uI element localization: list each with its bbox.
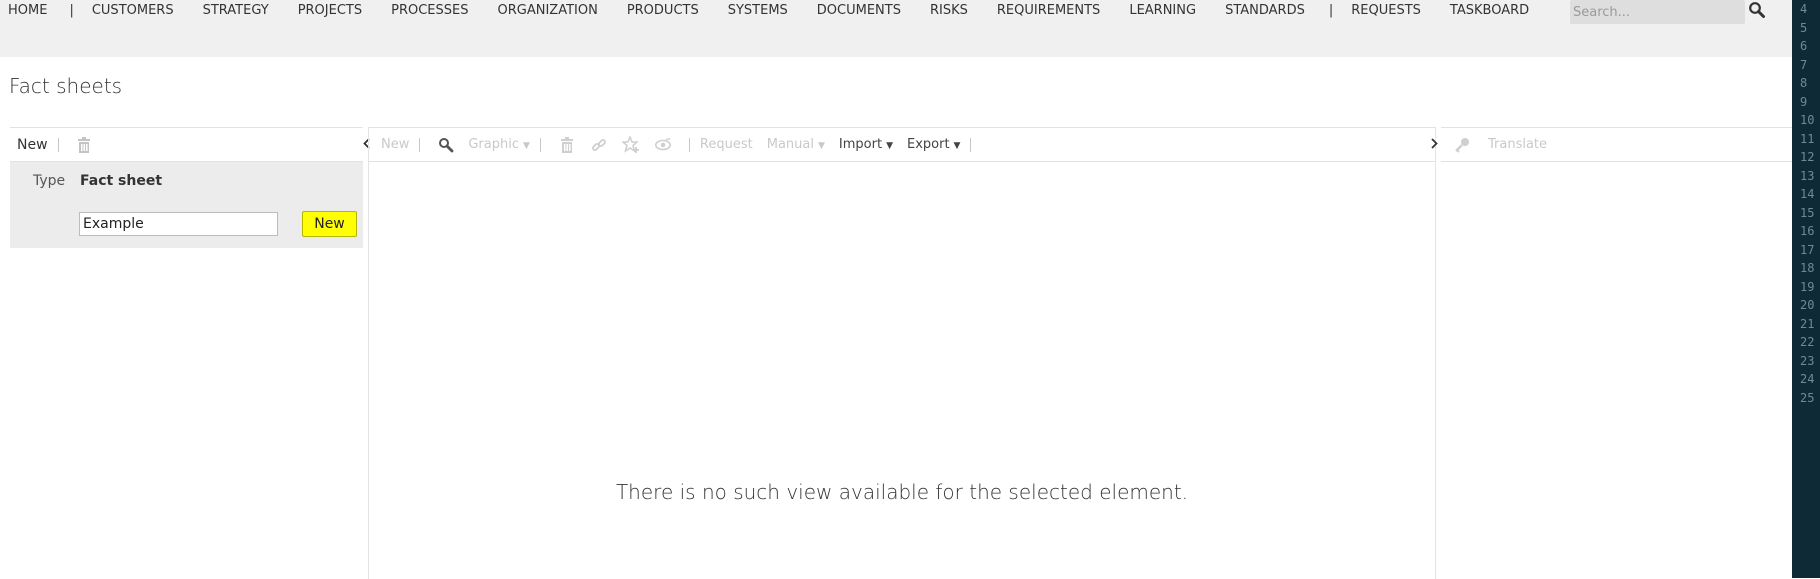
type-label: Type [33, 173, 66, 189]
toolbar-separator [57, 137, 59, 152]
create-new-button[interactable]: New [302, 211, 357, 237]
center-panel: New Graphic▼ Request Manual▼ Import▼ [368, 127, 1436, 579]
trash-icon[interactable] [558, 136, 576, 154]
watch-icon[interactable] [654, 136, 672, 154]
nav-requirements[interactable]: REQUIREMENTS [997, 3, 1100, 18]
left-panel: New Type Fact sheet New [10, 127, 363, 579]
center-toolbar: New Graphic▼ Request Manual▼ Import▼ [369, 128, 1435, 162]
line-number: 4 [1800, 2, 1808, 16]
right-toolbar: Translate [1441, 128, 1792, 162]
graphic-label: Graphic [468, 137, 519, 152]
nav-systems[interactable]: SYSTEMS [728, 3, 788, 18]
line-number: 25 [1800, 390, 1815, 405]
import-label: Import [838, 137, 883, 152]
line-number: 9 [1800, 94, 1808, 109]
manual-label: Manual [766, 137, 814, 152]
translate-button[interactable]: Translate [1488, 137, 1547, 152]
line-number: 21 [1800, 316, 1815, 331]
export-dropdown[interactable]: Export ▼ [907, 137, 960, 152]
page-title: Fact sheets [9, 74, 123, 98]
line-number: 19 [1800, 279, 1815, 294]
search-icon[interactable] [1748, 1, 1766, 19]
empty-view-message: There is no such view available for the … [615, 480, 1189, 504]
toolbar-separator [688, 137, 690, 152]
line-number: 22 [1800, 335, 1815, 349]
line-number: 12 [1800, 150, 1815, 164]
trash-icon[interactable] [75, 136, 93, 154]
line-number: 14 [1800, 187, 1815, 201]
nav-learning[interactable]: LEARNING [1129, 3, 1196, 18]
link-icon[interactable] [590, 136, 608, 154]
nav-separator: | [1328, 2, 1334, 18]
line-number: 6 [1800, 39, 1808, 53]
key-icon [1453, 136, 1471, 154]
top-navigation-bar: HOME | CUSTOMERS STRATEGY PROJECTS PROCE… [0, 0, 1792, 57]
new-button[interactable]: New [17, 137, 48, 153]
line-number: 20 [1800, 298, 1815, 312]
line-number: 5 [1800, 20, 1808, 35]
chevron-down-icon: ▼ [886, 141, 893, 151]
toolbar-separator [539, 137, 541, 152]
line-number: 17 [1800, 242, 1815, 257]
nav-documents[interactable]: DOCUMENTS [817, 3, 901, 18]
nav-strategy[interactable]: STRATEGY [203, 3, 269, 18]
chevron-down-icon: ▼ [817, 141, 825, 151]
nav-requests[interactable]: REQUESTS [1351, 3, 1421, 18]
export-label: Export [906, 137, 950, 152]
nav-organization[interactable]: ORGANIZATION [498, 3, 598, 18]
search-element-icon[interactable] [437, 136, 455, 154]
create-element-form: Type Fact sheet New [10, 162, 363, 248]
search-box [1570, 0, 1745, 24]
nav-risks[interactable]: RISKS [930, 3, 968, 18]
line-number: 24 [1800, 372, 1815, 386]
nav-products[interactable]: PRODUCTS [627, 3, 699, 18]
chevron-down-icon: ▼ [523, 141, 530, 151]
nav-processes[interactable]: PROCESSES [391, 3, 468, 18]
line-number: 23 [1800, 353, 1815, 368]
element-name-input[interactable] [79, 212, 278, 236]
nav-separator: | [69, 2, 74, 18]
nav-projects[interactable]: PROJECTS [298, 3, 362, 18]
line-number: 7 [1800, 57, 1808, 72]
import-dropdown[interactable]: Import ▼ [839, 137, 893, 152]
nav-standards[interactable]: STANDARDS [1225, 3, 1305, 18]
main-menu: HOME | CUSTOMERS STRATEGY PROJECTS PROCE… [0, 0, 1529, 20]
type-value: Fact sheet [80, 173, 163, 189]
line-number: 18 [1800, 261, 1815, 275]
nav-customers[interactable]: CUSTOMERS [92, 3, 174, 18]
right-panel: Translate [1441, 127, 1792, 579]
line-number: 8 [1800, 76, 1808, 90]
request-button[interactable]: Request [700, 137, 753, 152]
nav-home[interactable]: HOME [8, 3, 47, 18]
manual-dropdown[interactable]: Manual ▼ [767, 137, 825, 152]
application-window: HOME | CUSTOMERS STRATEGY PROJECTS PROCE… [0, 0, 1792, 579]
favorite-add-icon[interactable] [621, 135, 640, 154]
chevron-down-icon: ▼ [953, 141, 961, 151]
toolbar-separator [419, 137, 421, 152]
graphic-dropdown[interactable]: Graphic ▼ [468, 137, 530, 152]
editor-line-numbers: 4 5 6 7 8 9 10 11 12 13 14 15 16 17 18 1… [1800, 0, 1820, 407]
collapse-right-panel-icon[interactable] [1431, 138, 1438, 153]
nav-taskboard[interactable]: TASKBOARD [1450, 3, 1529, 18]
left-toolbar: New [10, 128, 363, 162]
line-number: 15 [1800, 205, 1815, 220]
search-input[interactable] [1573, 1, 1741, 23]
line-number: 11 [1800, 131, 1815, 146]
line-number: 16 [1800, 224, 1815, 238]
line-number: 13 [1800, 168, 1815, 183]
toolbar-separator [970, 137, 972, 152]
line-number: 10 [1800, 113, 1815, 127]
new-button[interactable]: New [381, 137, 409, 152]
